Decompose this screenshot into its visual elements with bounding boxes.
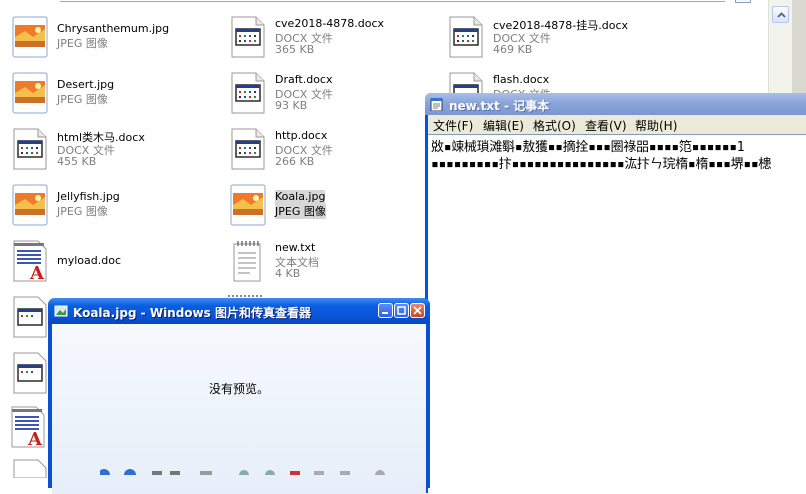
word-doc-icon: A bbox=[13, 240, 47, 283]
docx-file-icon bbox=[449, 16, 483, 58]
maximize-icon bbox=[397, 306, 406, 315]
file-item-jellyfish[interactable]: Jellyfish.jpg JPEG 图像 bbox=[10, 181, 220, 233]
file-item-draft[interactable]: Draft.docx DOCX 文件 93 KB bbox=[228, 69, 438, 121]
file-item-html-trojan[interactable]: html类木马.docx DOCX 文件 455 KB bbox=[10, 125, 220, 177]
notepad-icon bbox=[430, 98, 443, 111]
docx-file-icon[interactable] bbox=[12, 458, 48, 478]
file-name: Chrysanthemum.jpg bbox=[57, 22, 170, 35]
jpeg-file-icon bbox=[12, 72, 48, 114]
file-name: myload.doc bbox=[57, 254, 121, 267]
picture-viewer-window[interactable]: Koala.jpg - Windows 图片和传真查看器 没有预览。 bbox=[48, 298, 430, 494]
jpeg-file-icon bbox=[12, 184, 48, 226]
menu-help[interactable]: 帮助(H) bbox=[635, 117, 677, 134]
close-icon bbox=[413, 306, 422, 315]
svg-text:A: A bbox=[29, 263, 45, 283]
file-type: JPEG 图像 bbox=[275, 203, 326, 219]
file-size: 455 KB bbox=[57, 155, 97, 168]
menu-view[interactable]: 查看(V) bbox=[585, 117, 627, 134]
text-line: ▪▪▪▪▪▪▪▪▪抃▪▪▪▪▪▪▪▪▪▪▪▪▪▪▪汯抃ㄣ琓楕▪楕▪▪▪堺▪▪槵 bbox=[431, 157, 772, 172]
notepad-titlebar[interactable]: new.txt - 记事本 bbox=[425, 93, 806, 115]
file-item-desert[interactable]: Desert.jpg JPEG 图像 bbox=[10, 69, 220, 121]
file-item-chrysanthemum[interactable]: Chrysanthemum.jpg JPEG 图像 bbox=[10, 13, 220, 65]
file-name: cve2018-4878.docx bbox=[275, 17, 385, 30]
minimize-button[interactable] bbox=[378, 303, 393, 318]
close-button[interactable] bbox=[410, 303, 425, 318]
file-size: 365 KB bbox=[275, 43, 315, 56]
file-size: 266 KB bbox=[275, 155, 315, 168]
file-name: Jellyfish.jpg bbox=[57, 190, 120, 203]
scroll-up-button[interactable] bbox=[772, 6, 789, 23]
file-name: Koala.jpg bbox=[275, 190, 326, 203]
svg-text:A: A bbox=[27, 429, 43, 449]
file-item-new-txt[interactable]: new.txt 文本文档 4 KB bbox=[228, 237, 438, 289]
notepad-title: new.txt - 记事本 bbox=[449, 99, 550, 113]
maximize-button[interactable] bbox=[394, 303, 409, 318]
jpeg-file-icon bbox=[230, 184, 266, 226]
docx-file-icon bbox=[231, 16, 265, 58]
chevron-up-icon bbox=[777, 12, 786, 18]
notepad-window[interactable]: new.txt - 记事本 文件(F) 编辑(E) 格式(O) 查看(V) 帮助… bbox=[425, 93, 806, 494]
viewer-titlebar[interactable]: Koala.jpg - Windows 图片和传真查看器 bbox=[48, 298, 430, 324]
top-corner-box bbox=[735, 0, 751, 3]
minimize-icon bbox=[382, 312, 388, 314]
file-type: JPEG 图像 bbox=[57, 205, 108, 218]
docx-file-icon bbox=[231, 72, 265, 114]
file-type: JPEG 图像 bbox=[57, 37, 108, 50]
file-item-myload[interactable]: A myload.doc bbox=[10, 237, 220, 289]
docx-file-icon bbox=[13, 128, 47, 170]
menu-file[interactable]: 文件(F) bbox=[433, 117, 473, 134]
file-item-koala[interactable]: Koala.jpg JPEG 图像 bbox=[228, 181, 438, 233]
docx-file-icon[interactable] bbox=[12, 295, 48, 339]
file-size: 469 KB bbox=[493, 43, 533, 56]
file-type: JPEG 图像 bbox=[57, 93, 108, 106]
notepad-text-area[interactable]: 敚▪竦械瑣滩斣▪敖獲▪▪摘拴▪▪▪圈祿㗊▪▪▪▪笵▪▪▪▪▪▪1 ▪▪▪▪▪▪▪… bbox=[428, 134, 806, 494]
file-item-http[interactable]: http.docx DOCX 文件 266 KB bbox=[228, 125, 438, 177]
file-name: flash.docx bbox=[493, 73, 550, 86]
notepad-menubar: 文件(F) 编辑(E) 格式(O) 查看(V) 帮助(H) bbox=[428, 115, 806, 134]
file-name: new.txt bbox=[275, 241, 316, 254]
file-size: 4 KB bbox=[275, 267, 301, 280]
menu-format[interactable]: 格式(O) bbox=[533, 117, 576, 134]
file-name: Draft.docx bbox=[275, 73, 333, 86]
picture-viewer-icon bbox=[54, 305, 68, 317]
menu-edit[interactable]: 编辑(E) bbox=[483, 117, 524, 134]
text-file-icon bbox=[233, 241, 261, 282]
file-item-cve2018-4878[interactable]: cve2018-4878.docx DOCX 文件 365 KB bbox=[228, 13, 438, 65]
file-item-cve2018-4878-guama[interactable]: cve2018-4878-挂马.docx DOCX 文件 469 KB bbox=[446, 13, 656, 65]
viewer-body: 没有预览。 bbox=[52, 324, 426, 494]
viewer-title: Koala.jpg - Windows 图片和传真查看器 bbox=[73, 306, 311, 320]
docx-file-icon[interactable] bbox=[12, 351, 48, 395]
jpeg-file-icon bbox=[12, 16, 48, 58]
viewer-toolbar[interactable] bbox=[100, 465, 400, 475]
top-border bbox=[60, 0, 725, 2]
docx-file-icon bbox=[231, 128, 265, 170]
no-preview-text: 没有预览。 bbox=[208, 382, 269, 396]
word-doc-icon[interactable]: A bbox=[10, 405, 46, 449]
file-size: 93 KB bbox=[275, 99, 308, 112]
file-name: http.docx bbox=[275, 129, 328, 142]
file-name: Desert.jpg bbox=[57, 78, 115, 91]
